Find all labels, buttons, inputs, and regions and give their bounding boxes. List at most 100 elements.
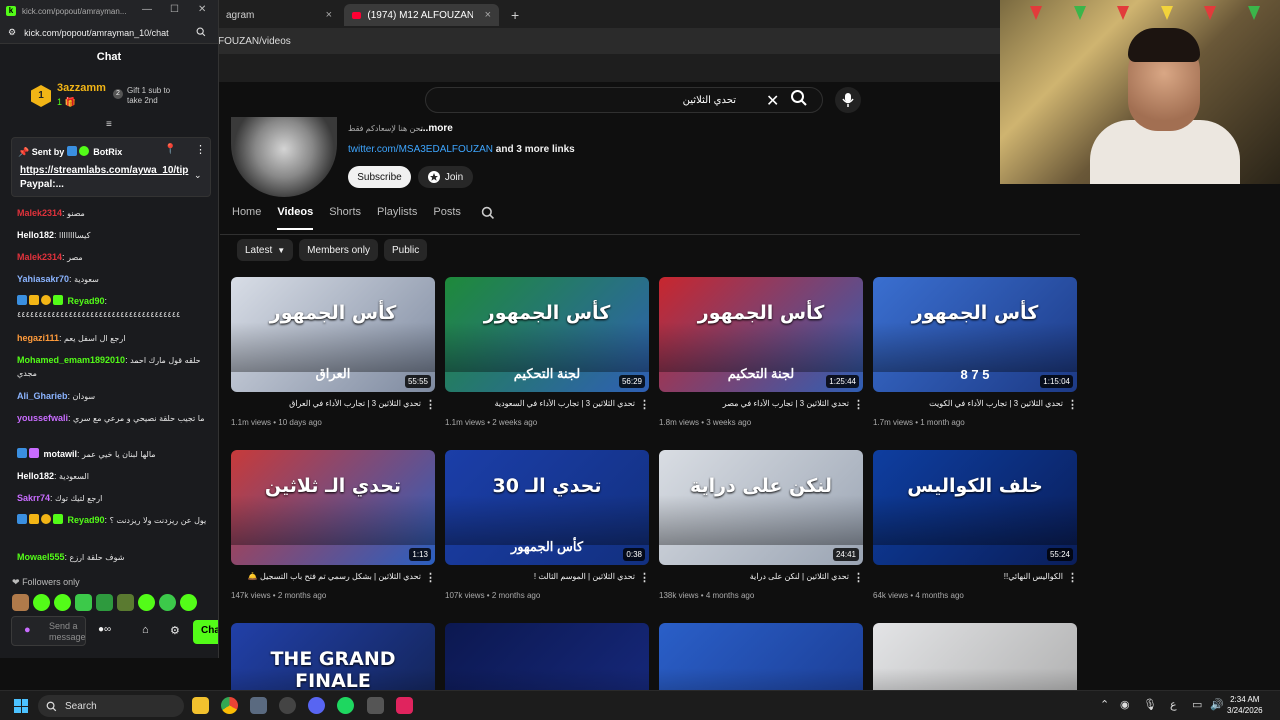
video-more-icon[interactable]: ⋮ bbox=[425, 398, 436, 411]
chevron-down-icon[interactable]: ⌄ bbox=[194, 170, 202, 181]
microphone-icon[interactable]: ● bbox=[24, 624, 31, 636]
video-card[interactable]: كأس الجمهور لجنة التحكيم 1:25:44 تحدي الثلا… bbox=[659, 277, 864, 427]
video-title[interactable]: تحدي الثلاثين 3 | تجارب الأداء في العراق bbox=[231, 399, 421, 408]
video-card[interactable]: تحدي الـ ثلاثين 1:13 تحدي الثلاثين | بشكل … bbox=[231, 450, 436, 600]
chat-username[interactable]: Mohamed_emam1892010 bbox=[17, 355, 125, 365]
video-more-icon[interactable]: ⋮ bbox=[853, 398, 864, 411]
more-links[interactable]: and 3 more links bbox=[493, 144, 575, 155]
tab-close-icon[interactable]: × bbox=[326, 9, 332, 21]
chat-username[interactable]: Hello182 bbox=[17, 471, 54, 481]
video-thumbnail[interactable]: كأس الجمهور 8 7 5 1:15:04 bbox=[873, 277, 1077, 392]
site-settings-icon[interactable]: ⚙ bbox=[8, 27, 16, 38]
store-icon[interactable]: ⌂ bbox=[142, 624, 149, 636]
video-thumbnail[interactable]: THE GRAND FINALE bbox=[231, 623, 435, 690]
emote-picker-icon[interactable]: ●∞ bbox=[98, 624, 111, 635]
video-card[interactable]: تحدي الـ 30 كأس الجمهور 0:38 تحدي الثلاثين … bbox=[445, 450, 650, 600]
video-title[interactable]: تحدي الثلاثين | لنكن على دراية bbox=[659, 572, 849, 581]
video-title[interactable]: تحدي الثلاثين 3 | تجارب الأداء في السعود… bbox=[445, 399, 635, 408]
pinned-user[interactable]: BotRix bbox=[93, 147, 122, 157]
video-card[interactable]: لنكن على دراية 24:41 تحدي الثلاثين | لنكن … bbox=[659, 450, 864, 600]
windows-start-icon[interactable] bbox=[14, 699, 28, 713]
spotify-icon[interactable] bbox=[337, 697, 354, 714]
tray-mic-icon[interactable]: 🎙 bbox=[1143, 698, 1157, 711]
new-tab-button[interactable]: + bbox=[503, 4, 527, 26]
video-card[interactable] bbox=[873, 623, 1077, 690]
chat-username[interactable]: Reyad90 bbox=[68, 296, 105, 306]
kick-url-bar[interactable]: ⚙ kick.com/popout/amrayman_10/chat bbox=[0, 22, 218, 44]
emote-icon[interactable] bbox=[117, 594, 134, 611]
video-card[interactable]: كأس الجمهور لجنة التحكيم 56:29 تحدي الثلاثي… bbox=[445, 277, 650, 427]
video-title[interactable]: تحدي الثلاثين 3 | تجارب الأداء في مصر bbox=[659, 399, 849, 408]
video-thumbnail[interactable]: كأس الجمهور العراق 55:55 bbox=[231, 277, 435, 392]
video-thumbnail[interactable] bbox=[445, 623, 649, 690]
clear-search-icon[interactable]: ✕ bbox=[766, 91, 779, 111]
tab-playlists[interactable]: Playlists bbox=[377, 206, 417, 232]
tab-close-icon[interactable]: × bbox=[485, 9, 491, 21]
chat-username[interactable]: Reyad90 bbox=[68, 515, 105, 525]
chat-username[interactable]: Yahiasakr70 bbox=[17, 274, 69, 284]
video-title[interactable]: تحدي الثلاثين | الموسم الثالث ! bbox=[445, 572, 635, 581]
chat-username[interactable]: Mowael555 bbox=[17, 552, 65, 562]
unpin-icon[interactable]: 📍 bbox=[164, 144, 176, 155]
video-card[interactable]: THE GRAND FINALE bbox=[231, 623, 435, 690]
network-icon[interactable]: ▭ bbox=[1192, 698, 1202, 711]
description-more-link[interactable]: ...more bbox=[420, 123, 453, 134]
minimize-icon[interactable]: — bbox=[142, 4, 152, 15]
expand-icon[interactable]: ≡ bbox=[106, 119, 112, 130]
emote-icon[interactable] bbox=[180, 594, 197, 611]
video-card[interactable]: كأس الجمهور 8 7 5 1:15:04 تحدي الثلاثين 3 |… bbox=[873, 277, 1078, 427]
browser-tab[interactable]: agram × bbox=[218, 4, 340, 26]
chat-username[interactable]: Ali_Gharieb bbox=[17, 391, 68, 401]
chat-username[interactable]: Sakrr74 bbox=[17, 493, 50, 503]
taskbar-search[interactable]: Search bbox=[38, 695, 184, 717]
file-explorer-icon[interactable] bbox=[192, 697, 209, 714]
video-card[interactable]: خلف الكواليس 55:24 الكواليس النهائي!! 64k v… bbox=[873, 450, 1078, 600]
video-more-icon[interactable]: ⋮ bbox=[639, 398, 650, 411]
send-chat-button[interactable]: Chat bbox=[193, 620, 218, 644]
chat-username[interactable]: motawil bbox=[44, 449, 78, 459]
chat-username[interactable]: hegazi111 bbox=[17, 333, 59, 343]
video-title[interactable]: تحدي الثلاثين 3 | تجارب الأداء في الكويت bbox=[873, 399, 1063, 408]
emote-icon[interactable] bbox=[12, 594, 29, 611]
video-thumbnail[interactable]: كأس الجمهور لجنة التحكيم 1:25:44 bbox=[659, 277, 863, 392]
video-thumbnail[interactable]: تحدي الـ ثلاثين 1:13 bbox=[231, 450, 435, 565]
channel-search-icon[interactable] bbox=[481, 206, 495, 232]
twitter-link[interactable]: twitter.com/MSA3EDALFOUZAN bbox=[348, 144, 493, 155]
video-more-icon[interactable]: ⋮ bbox=[853, 571, 864, 584]
chip-public[interactable]: Public bbox=[383, 239, 428, 261]
tray-chevron-icon[interactable]: ⌃ bbox=[1100, 698, 1109, 711]
tab-posts[interactable]: Posts bbox=[433, 206, 461, 232]
keyboard-language[interactable]: ع bbox=[1170, 698, 1177, 711]
video-thumbnail[interactable]: تحدي الـ 30 كأس الجمهور 0:38 bbox=[445, 450, 649, 565]
voice-search-button[interactable] bbox=[835, 87, 861, 113]
video-thumbnail[interactable] bbox=[873, 623, 1077, 690]
video-card[interactable] bbox=[659, 623, 863, 690]
video-thumbnail[interactable] bbox=[659, 623, 863, 690]
zoom-icon[interactable] bbox=[196, 27, 206, 39]
gift-sub-prompt[interactable]: Gift 1 sub to take 2nd bbox=[127, 86, 187, 106]
maximize-icon[interactable]: ☐ bbox=[170, 4, 179, 15]
video-title[interactable]: الكواليس النهائي!! bbox=[873, 572, 1063, 581]
emote-icon[interactable] bbox=[159, 594, 176, 611]
chat-username[interactable]: youssefwali bbox=[17, 413, 68, 423]
taskbar-clock[interactable]: 2:34 AM 3/24/2026 bbox=[1227, 694, 1263, 716]
tip-link[interactable]: https://streamlabs.com/aywa_10/tip bbox=[20, 165, 188, 176]
video-card[interactable]: كأس الجمهور العراق 55:55 تحدي الثلاثين 3 | … bbox=[231, 277, 436, 427]
app-icon[interactable] bbox=[367, 697, 384, 714]
chat-message-input[interactable]: Send a message bbox=[11, 616, 86, 646]
search-button[interactable] bbox=[790, 89, 808, 112]
app-icon[interactable] bbox=[250, 697, 267, 714]
channel-avatar[interactable] bbox=[231, 117, 337, 197]
browser-tab-active[interactable]: (1974) M12 ALFOUZAN - الكرة ... × bbox=[344, 4, 499, 26]
tab-shorts[interactable]: Shorts bbox=[329, 206, 361, 232]
emote-icon[interactable] bbox=[54, 594, 71, 611]
tab-home[interactable]: Home bbox=[232, 206, 261, 232]
obs-icon[interactable] bbox=[279, 697, 296, 714]
video-title[interactable]: تحدي الثلاثين | بشكل رسمي تم فتح باب الت… bbox=[231, 572, 421, 581]
volume-icon[interactable]: 🔊 bbox=[1210, 698, 1224, 711]
emote-icon[interactable] bbox=[75, 594, 92, 611]
video-more-icon[interactable]: ⋮ bbox=[1067, 398, 1078, 411]
video-thumbnail[interactable]: لنكن على دراية 24:41 bbox=[659, 450, 863, 565]
video-more-icon[interactable]: ⋮ bbox=[639, 571, 650, 584]
discord-icon[interactable] bbox=[308, 697, 325, 714]
